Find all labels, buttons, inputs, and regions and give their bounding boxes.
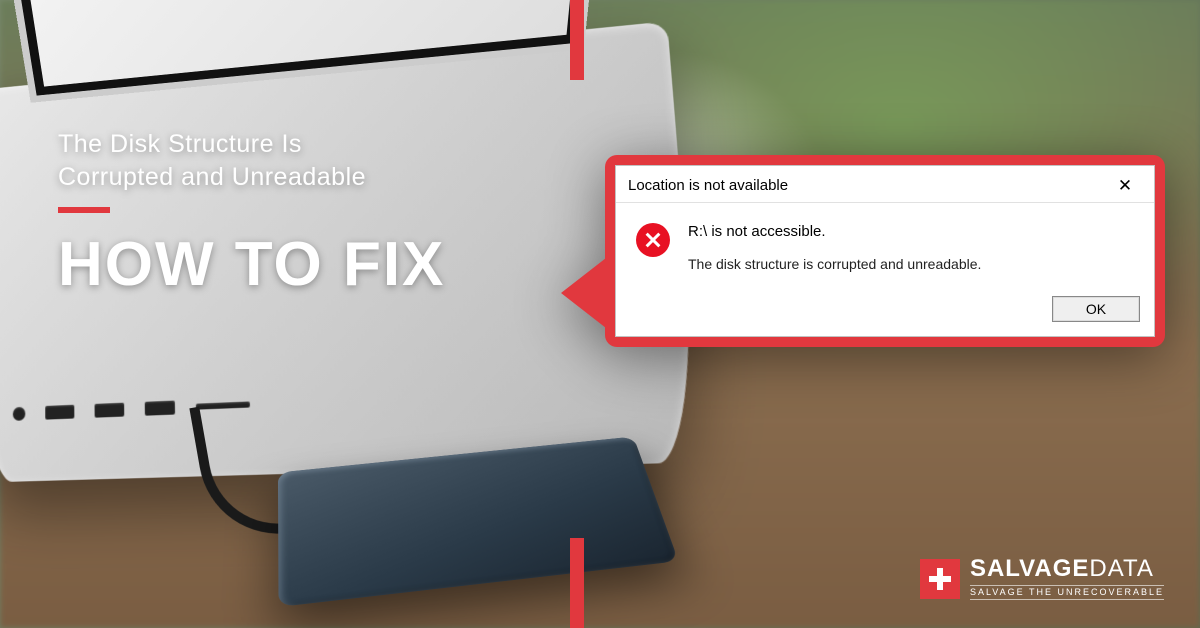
- callout-arrow-icon: [561, 251, 615, 335]
- accent-bar-top: [570, 0, 584, 80]
- accent-underline: [58, 207, 110, 213]
- message-line2: The disk structure is corrupted and unre…: [688, 256, 981, 272]
- dialog-message: R:\ is not accessible. The disk structur…: [688, 223, 981, 272]
- dialog-titlebar: Location is not available ✕: [616, 166, 1154, 203]
- plus-icon: [920, 559, 960, 599]
- error-icon: [636, 223, 670, 257]
- port-thunderbolt: [145, 401, 175, 416]
- port-usb: [95, 403, 125, 418]
- ok-button[interactable]: OK: [1052, 296, 1140, 322]
- accent-bar-bottom: [570, 538, 584, 628]
- brand-logo: SALVAGEDATA SALVAGE THE UNRECOVERABLE: [920, 557, 1164, 600]
- dialog-title-text: Location is not available: [628, 177, 788, 194]
- dialog-footer: OK: [616, 286, 1154, 336]
- headline-subtitle: The Disk Structure Is Corrupted and Unre…: [58, 128, 445, 193]
- dialog-body: R:\ is not accessible. The disk structur…: [616, 203, 1154, 286]
- port-usb: [45, 405, 74, 420]
- subtitle-line1: The Disk Structure Is: [58, 130, 302, 158]
- brand-light: DATA: [1089, 555, 1153, 582]
- subtitle-line2: Corrupted and Unreadable: [58, 163, 366, 191]
- headline-block: The Disk Structure Is Corrupted and Unre…: [58, 128, 445, 300]
- brand-name: SALVAGEDATA: [970, 557, 1164, 581]
- error-dialog: Location is not available ✕ R:\ is not a…: [615, 165, 1155, 337]
- brand-bold: SALVAGE: [970, 555, 1089, 582]
- callout-frame: Location is not available ✕ R:\ is not a…: [605, 155, 1165, 347]
- port-audio: [13, 407, 26, 421]
- dialog-callout: Location is not available ✕ R:\ is not a…: [605, 155, 1165, 347]
- close-icon: ✕: [1118, 177, 1132, 194]
- message-line1: R:\ is not accessible.: [688, 223, 981, 240]
- close-button[interactable]: ✕: [1108, 174, 1142, 196]
- brand-text: SALVAGEDATA SALVAGE THE UNRECOVERABLE: [970, 557, 1164, 600]
- headline-title: HOW TO FIX: [58, 229, 445, 300]
- brand-tagline: SALVAGE THE UNRECOVERABLE: [970, 585, 1164, 600]
